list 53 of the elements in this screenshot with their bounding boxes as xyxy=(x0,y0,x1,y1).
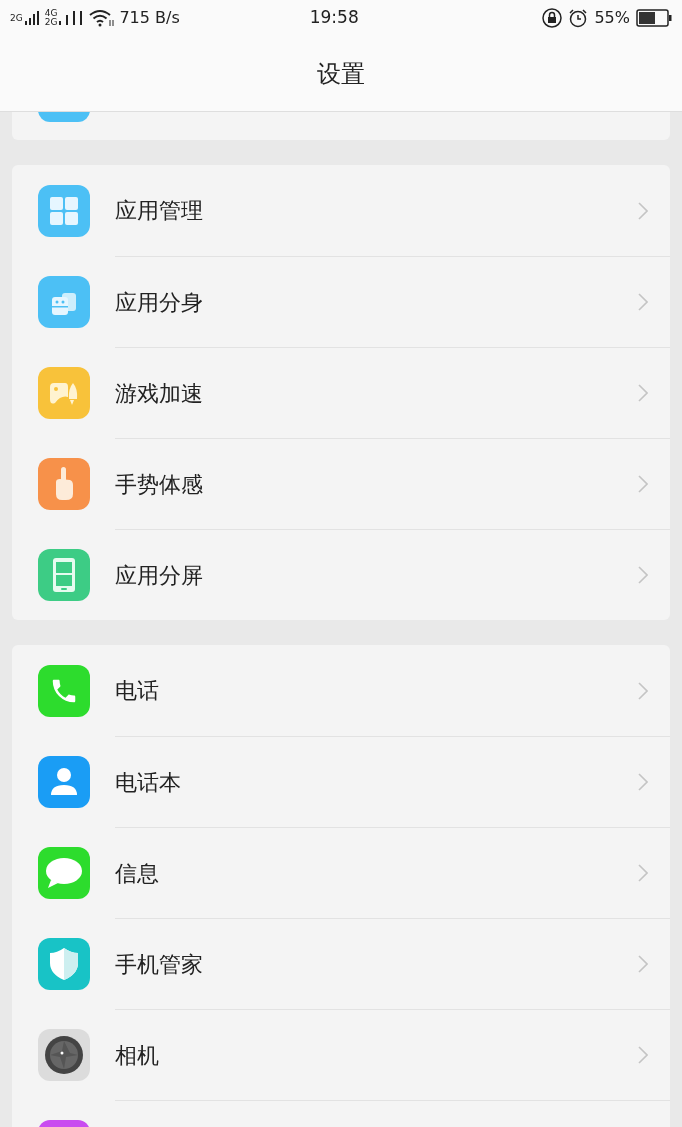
chevron-right-icon xyxy=(638,201,648,220)
network-label: 2G xyxy=(10,14,23,23)
chevron-right-icon xyxy=(638,566,648,584)
chevron-right-icon xyxy=(638,384,648,402)
battery-percent: 55% xyxy=(594,7,630,29)
settings-item-label: 应用管理 xyxy=(115,197,204,225)
settings-item[interactable]: 相机 xyxy=(12,1009,670,1100)
settings-item[interactable]: 电话本 xyxy=(12,736,670,827)
signal-icon xyxy=(59,11,84,25)
settings-item[interactable]: 应用分屏 xyxy=(12,529,670,620)
wifi-icon xyxy=(89,9,116,27)
robot-icon xyxy=(38,275,90,328)
phone-icon xyxy=(38,664,90,717)
page-title: 设置 xyxy=(317,58,365,90)
app-grid-icon xyxy=(38,184,90,237)
signal-icon xyxy=(24,11,39,25)
gamepad-rocket-icon xyxy=(38,366,90,419)
chevron-right-icon xyxy=(638,681,648,700)
settings-item-label: 手势体感 xyxy=(115,470,204,499)
chevron-right-icon xyxy=(638,955,648,973)
settings-item-label: 应用分屏 xyxy=(115,561,204,590)
rotation-lock-icon xyxy=(542,8,563,28)
settings-item[interactable]: 应用分身 xyxy=(12,256,670,347)
settings-item[interactable]: 应用管理 xyxy=(12,165,670,256)
chevron-right-icon xyxy=(638,864,648,882)
settings-item[interactable]: 游戏加速 xyxy=(12,347,670,438)
chevron-right-icon xyxy=(638,475,648,493)
phone-split-icon xyxy=(38,548,90,601)
settings-item[interactable]: 信息 xyxy=(12,827,670,918)
settings-item-label: 电话本 xyxy=(115,768,182,797)
settings-item-label: 应用分身 xyxy=(115,288,204,317)
settings-item-label: 电话 xyxy=(115,677,160,705)
settings-item-label: 手机管家 xyxy=(115,950,204,979)
finger-icon xyxy=(38,457,90,510)
settings-item[interactable]: 手机管家 xyxy=(12,918,670,1009)
chevron-right-icon xyxy=(638,293,648,311)
settings-item-label: 游戏加速 xyxy=(115,379,204,408)
network-label: 2G xyxy=(44,18,58,27)
network-speed: 715 B/s xyxy=(119,7,180,29)
speech-bubble-icon xyxy=(38,846,90,899)
battery-icon xyxy=(636,9,672,27)
network-label: 4G xyxy=(44,9,58,18)
chevron-right-icon xyxy=(638,773,648,791)
shield-icon xyxy=(38,937,90,990)
clock-time: 19:58 xyxy=(309,6,359,30)
camera-aperture-icon xyxy=(38,1028,90,1081)
settings-item-label: 相机 xyxy=(115,1041,160,1070)
alarm-icon xyxy=(568,8,589,28)
settings-item[interactable]: 电话 xyxy=(12,645,670,736)
chevron-right-icon xyxy=(638,1046,648,1064)
person-icon xyxy=(38,755,90,808)
settings-item-label: 信息 xyxy=(115,859,160,888)
settings-item[interactable]: 手势体感 xyxy=(12,438,670,529)
